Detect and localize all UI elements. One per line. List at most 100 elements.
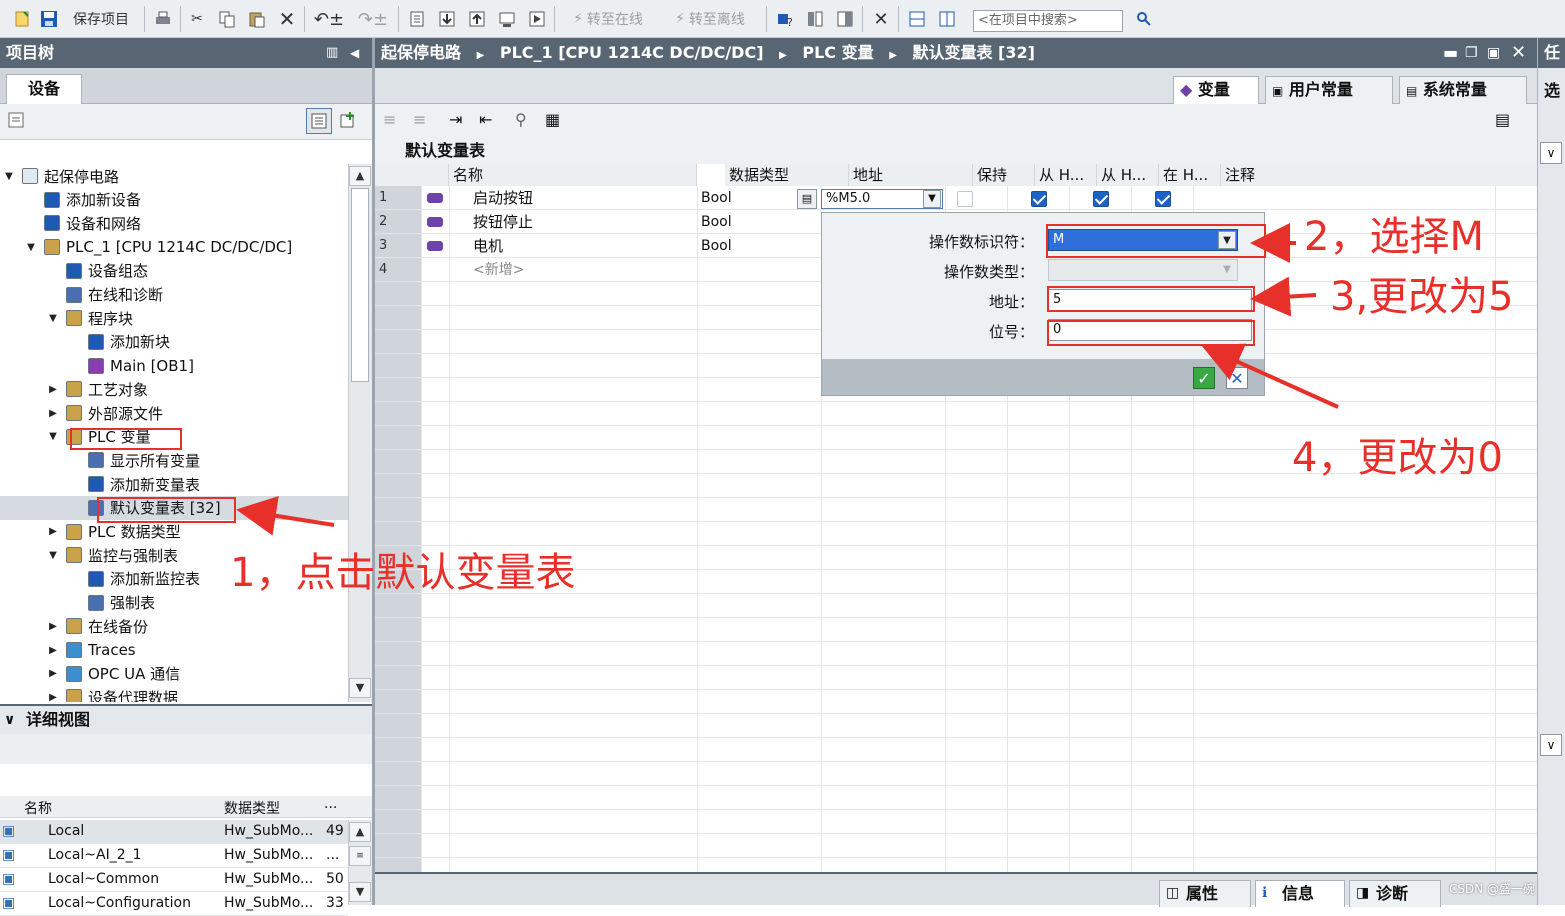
tab-user-constants[interactable]: ▣ 用户常量 — [1265, 76, 1393, 104]
row-number[interactable] — [375, 642, 421, 666]
expand-closed-icon[interactable]: ▶ — [48, 384, 58, 395]
chevron-down-icon[interactable]: ∨ — [4, 706, 15, 734]
split-view-icon[interactable] — [834, 7, 856, 31]
breadcrumb-item[interactable]: 默认变量表 [32] — [912, 43, 1034, 62]
insert-row-icon[interactable]: ≡ — [383, 110, 396, 129]
tree-item[interactable]: ▼ PLC_1 [CPU 1214C DC/DC/DC] — [0, 235, 348, 259]
tree-item[interactable]: ▼ 程序块 — [0, 306, 348, 330]
save-project-button[interactable]: 保存项目 — [66, 7, 136, 31]
print-icon[interactable] — [152, 7, 174, 31]
minimize-icon[interactable]: ▬ — [1443, 38, 1458, 68]
tag-name-cell[interactable]: 启动按钮 — [473, 186, 533, 210]
row-number[interactable] — [375, 330, 421, 354]
tree-item[interactable]: ▶ Traces — [0, 638, 348, 662]
expand-closed-icon[interactable]: ▶ — [48, 645, 58, 656]
row-number[interactable] — [375, 426, 421, 450]
column-header[interactable]: 注释 — [1221, 164, 1537, 186]
row-number[interactable] — [375, 498, 421, 522]
row-number[interactable] — [375, 402, 421, 426]
monitor-icon[interactable]: ⚲ — [515, 110, 527, 129]
tag-type-cell[interactable]: Bool — [701, 210, 732, 234]
tree-item[interactable]: 添加新设备 — [0, 188, 348, 212]
list-icon[interactable]: ▤ — [797, 189, 817, 209]
confirm-icon[interactable]: ✓ — [1193, 367, 1215, 389]
copy-icon[interactable] — [216, 7, 238, 31]
tree-item[interactable]: 设备组态 — [0, 259, 348, 283]
chevron-down-icon[interactable]: ∨ — [1540, 142, 1562, 164]
row-number[interactable] — [375, 786, 421, 810]
tree-item[interactable]: 设备和网络 — [0, 211, 348, 235]
tag-type-cell[interactable]: Bool — [701, 186, 732, 210]
properties-icon[interactable] — [6, 110, 28, 132]
detail-row[interactable]: ▣ Local~AI_2_1 Hw_SubMo...... — [0, 844, 348, 868]
hmi-accessible-checkbox[interactable] — [1031, 191, 1047, 207]
new-project-icon[interactable] — [12, 7, 34, 31]
close-icon[interactable]: ✕ — [1511, 38, 1526, 68]
maximize-icon[interactable]: ▣ — [1487, 38, 1500, 68]
row-number[interactable] — [375, 762, 421, 786]
column-header[interactable]: 名称 — [449, 164, 697, 186]
breadcrumb-item[interactable]: 起保停电路 — [381, 43, 461, 62]
paste-icon[interactable] — [246, 7, 268, 31]
expand-closed-icon[interactable]: ▶ — [48, 526, 58, 537]
detail-view-header[interactable]: ∨ 详细视图 — [0, 704, 372, 734]
cancel-icon[interactable]: ✕ — [1226, 367, 1248, 389]
pin-icon[interactable]: ▥ — [326, 38, 338, 68]
row-number[interactable] — [375, 450, 421, 474]
scroll-up-icon[interactable]: ▲ — [349, 822, 371, 842]
row-number[interactable] — [375, 306, 421, 330]
row-number[interactable] — [375, 738, 421, 762]
start-cpu-icon[interactable] — [526, 7, 548, 31]
row-number[interactable] — [375, 378, 421, 402]
tab-devices[interactable]: 设备 — [6, 74, 82, 104]
row-number[interactable]: 1 — [375, 186, 421, 210]
compile-icon[interactable] — [406, 7, 428, 31]
column-header[interactable]: 保持 — [973, 164, 1035, 186]
tab-tags[interactable]: ◆ 变量 — [1173, 76, 1259, 104]
hmi-visible-checkbox[interactable] — [1155, 191, 1171, 207]
export-icon[interactable]: ⇥ — [449, 110, 462, 129]
tree-item[interactable]: 添加新变量表 — [0, 472, 348, 496]
tab-properties[interactable]: ◫ 属性 — [1159, 880, 1251, 907]
undo-icon[interactable]: ↶± — [310, 7, 348, 31]
collapse-left-icon[interactable]: ◀ — [350, 38, 359, 68]
tree-scrollbar[interactable]: ▲ ▼ — [348, 164, 372, 702]
row-number[interactable] — [375, 810, 421, 834]
scroll-up-icon[interactable]: ▲ — [349, 166, 371, 186]
tree-item[interactable]: Main [OB1] — [0, 354, 348, 378]
expand-open-icon[interactable]: ▼ — [48, 431, 58, 442]
expand-closed-icon[interactable]: ▶ — [48, 692, 58, 702]
expand-open-icon[interactable]: ▼ — [48, 550, 58, 561]
project-search-input[interactable]: <在项目中搜索> — [973, 10, 1123, 32]
tag-name-cell[interactable]: 电机 — [473, 234, 503, 258]
tree-item[interactable]: 在线和诊断 — [0, 283, 348, 307]
row-number[interactable] — [375, 666, 421, 690]
go-online-button[interactable]: ⚡ 转至在线 — [560, 7, 656, 31]
row-number[interactable] — [375, 714, 421, 738]
tree-item[interactable]: ▶ 设备代理数据 — [0, 685, 348, 702]
expand-closed-icon[interactable]: ▶ — [48, 668, 58, 679]
column-header[interactable]: 数据类型 — [725, 164, 849, 186]
hmi-writable-checkbox[interactable] — [1093, 191, 1109, 207]
scroll-down-icon[interactable]: ▼ — [349, 678, 371, 698]
close-editor-icon[interactable]: ✕ — [870, 7, 892, 31]
row-number[interactable] — [375, 594, 421, 618]
float-icon[interactable]: ❐ — [1465, 38, 1478, 68]
accessible-devices-icon[interactable]: ? — [774, 7, 796, 31]
go-offline-button[interactable]: ⚡ 转至离线 — [662, 7, 758, 31]
simulation-icon[interactable] — [496, 7, 518, 31]
detail-row[interactable]: ▣ Local~Configuration Hw_SubMo... 33 — [0, 892, 348, 916]
scroll-down-icon[interactable]: ▼ — [349, 882, 371, 902]
scroll-thumb[interactable] — [351, 188, 369, 382]
tag-type-cell[interactable]: Bool — [701, 234, 732, 258]
row-number[interactable] — [375, 354, 421, 378]
add-to-view-icon[interactable] — [338, 110, 360, 132]
tag-name-cell[interactable]: <新增> — [473, 258, 524, 282]
retain-checkbox[interactable] — [957, 191, 973, 207]
row-number[interactable] — [375, 858, 421, 872]
tree-item[interactable]: ▼ 起保停电路 — [0, 164, 348, 188]
row-number[interactable] — [375, 474, 421, 498]
column-header[interactable]: 地址 — [849, 164, 973, 186]
row-number[interactable]: 3 — [375, 234, 421, 258]
chevron-down-icon[interactable]: ∨ — [1540, 734, 1562, 756]
